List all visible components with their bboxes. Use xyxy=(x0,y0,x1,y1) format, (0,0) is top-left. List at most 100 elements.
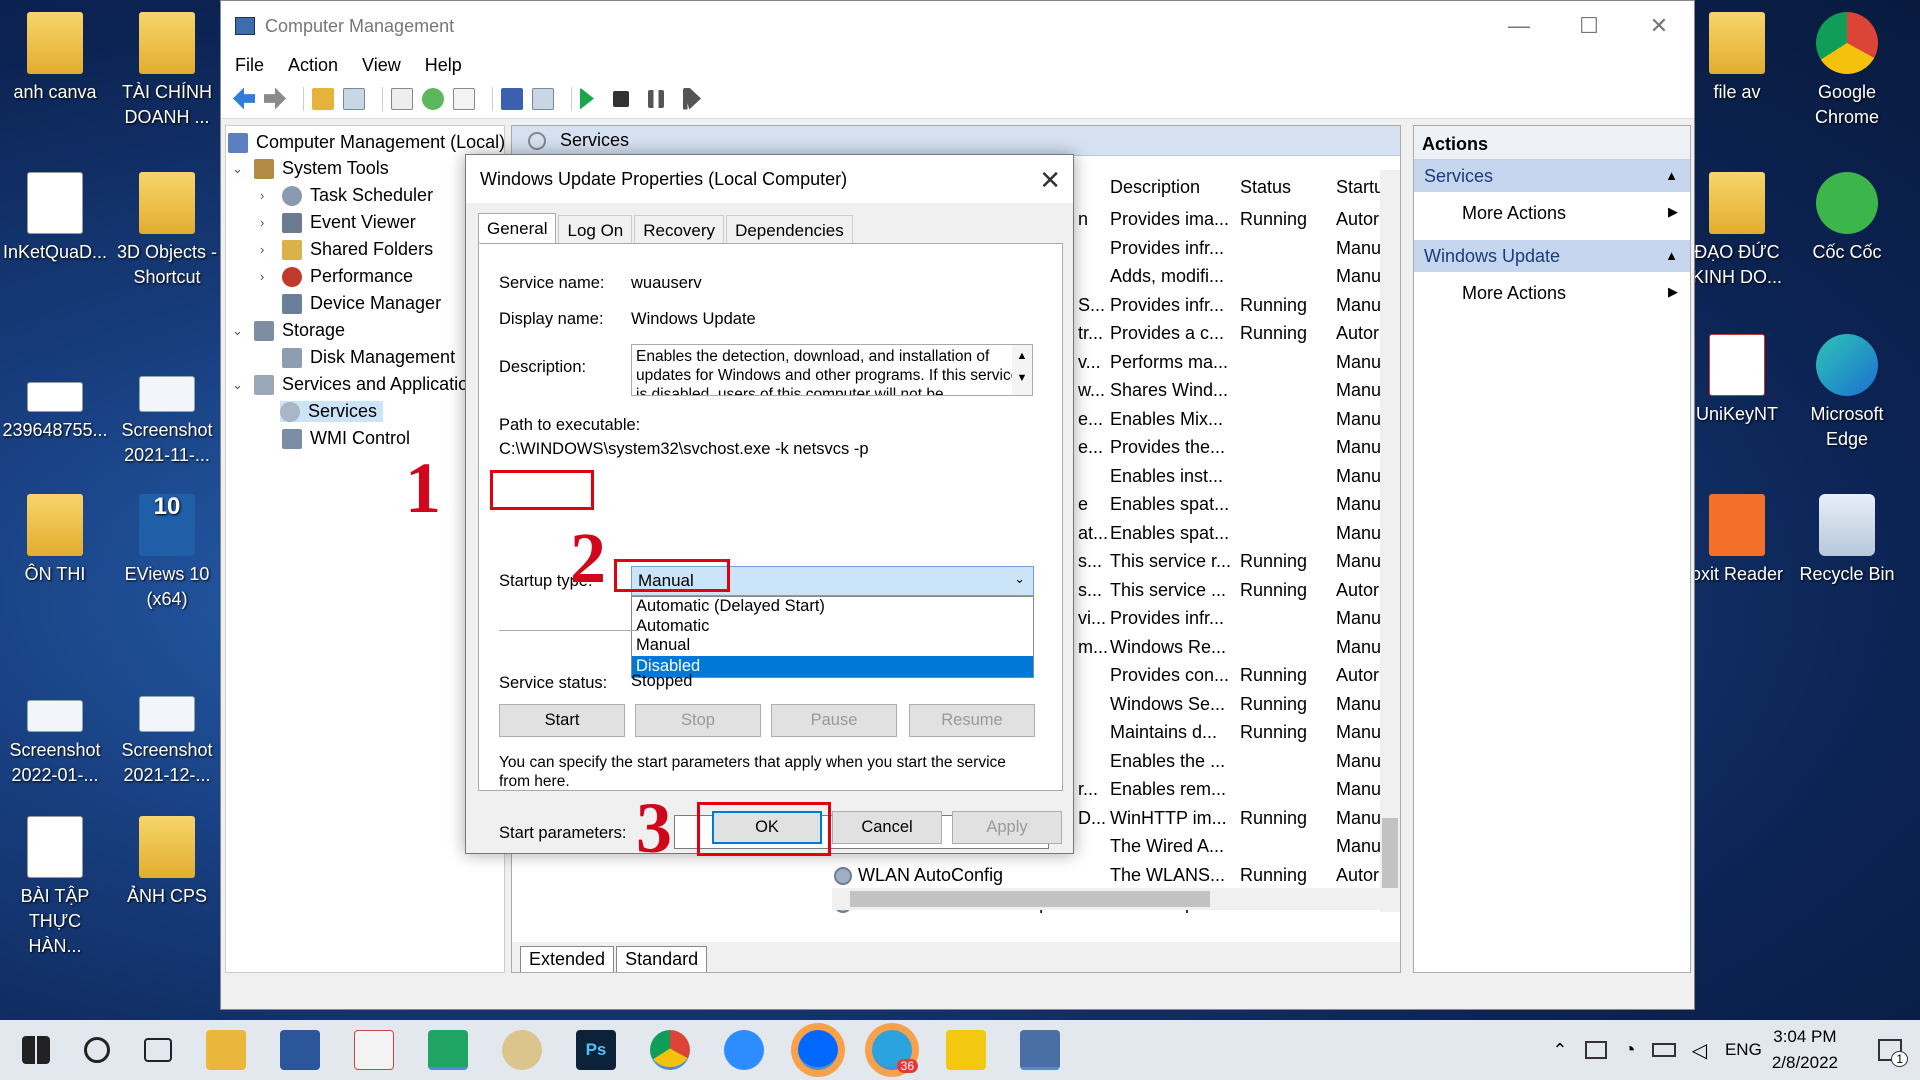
column-description[interactable]: Description xyxy=(1110,170,1200,204)
column-startup-type[interactable]: Startu xyxy=(1336,170,1384,204)
chrome-icon[interactable] xyxy=(650,1030,690,1070)
description-scrollbar[interactable]: ▲ ▼ xyxy=(1012,345,1032,395)
horizontal-scrollbar[interactable] xyxy=(832,888,1382,910)
collapse-up-icon[interactable]: ▲ xyxy=(1665,168,1678,183)
description-textbox[interactable]: Enables the detection, download, and ins… xyxy=(631,344,1033,396)
pause-service-icon[interactable] xyxy=(648,89,664,108)
chevron-right-icon[interactable]: › xyxy=(260,188,274,203)
chevron-right-icon[interactable]: › xyxy=(260,242,274,257)
desktop-icon-anh-canva[interactable]: anh canva xyxy=(0,12,110,105)
sticky-notes-icon[interactable] xyxy=(946,1030,986,1070)
tree-node-root[interactable]: Computer Management (Local) xyxy=(228,132,504,153)
chevron-right-icon[interactable]: › xyxy=(260,215,274,230)
column-status[interactable]: Status xyxy=(1240,170,1291,204)
desktop-icon-microsoft-edge[interactable]: Microsoft Edge xyxy=(1792,334,1902,452)
desktop-icon-screenshot-2021-11[interactable]: Screenshot 2021-11-... xyxy=(112,350,222,468)
computer-management-taskbar-icon[interactable] xyxy=(1020,1030,1060,1070)
tab-extended[interactable]: Extended xyxy=(520,946,615,972)
menu-view[interactable]: View xyxy=(362,55,401,76)
file-explorer-icon[interactable] xyxy=(206,1030,246,1070)
apply-button[interactable]: Apply xyxy=(952,811,1062,844)
actions-more-actions-services[interactable]: More Actions ▶ xyxy=(1414,192,1690,240)
up-folder-icon[interactable] xyxy=(312,87,334,110)
start-button[interactable]: Start xyxy=(499,704,625,737)
line-app-icon[interactable] xyxy=(428,1030,468,1070)
paint-icon[interactable] xyxy=(502,1030,542,1070)
search-icon[interactable] xyxy=(84,1037,110,1063)
close-button[interactable]: ✕ xyxy=(1624,1,1694,51)
clock[interactable]: 3:04 PM 2/8/2022 xyxy=(1772,1024,1838,1076)
wifi-icon[interactable]: ◔ xyxy=(1623,1039,1635,1062)
start-service-icon[interactable] xyxy=(580,87,594,110)
tree-node-performance[interactable]: › Performance xyxy=(260,266,413,287)
chevron-up-icon[interactable]: ⌃ xyxy=(1552,1040,1567,1061)
restart-service-icon[interactable] xyxy=(683,87,701,110)
actions-more-actions-windows-update[interactable]: More Actions ▶ xyxy=(1414,272,1690,320)
export-list-icon[interactable] xyxy=(453,87,475,110)
tree-node-storage[interactable]: ⌄ Storage xyxy=(232,320,345,341)
desktop-icon-coc-coc[interactable]: Cốc Cốc xyxy=(1792,172,1902,265)
chevron-down-icon[interactable]: ⌄ xyxy=(232,377,246,393)
telegram-icon[interactable]: 36 xyxy=(872,1030,918,1073)
collapse-up-icon[interactable]: ▲ xyxy=(1665,248,1678,263)
tree-node-disk-management[interactable]: Disk Management xyxy=(282,347,455,368)
word-icon[interactable] xyxy=(280,1030,320,1070)
battery-icon[interactable] xyxy=(1651,1043,1676,1057)
actions-section-services[interactable]: Services ▲ xyxy=(1414,160,1690,192)
back-icon[interactable] xyxy=(233,87,255,110)
notification-icon[interactable]: 1 xyxy=(1878,1039,1908,1067)
dialog-close-icon[interactable]: ✕ xyxy=(1039,165,1061,196)
chevron-down-icon[interactable]: ⌄ xyxy=(232,323,246,339)
desktop-icon-unikey[interactable]: UniKeyNT xyxy=(1682,334,1792,427)
cancel-button[interactable]: Cancel xyxy=(832,811,942,844)
properties-icon[interactable] xyxy=(391,87,413,110)
option-automatic-delayed[interactable]: Automatic (Delayed Start) xyxy=(632,597,1033,617)
resume-button[interactable]: Resume xyxy=(909,704,1035,737)
tab-general[interactable]: General xyxy=(478,213,557,247)
desktop-icon-239648755[interactable]: 239648755... xyxy=(0,350,110,443)
title-bar[interactable]: Computer Management — ☐ ✕ xyxy=(221,1,1694,51)
zalo-icon[interactable] xyxy=(798,1030,838,1070)
pause-button[interactable]: Pause xyxy=(771,704,897,737)
tree-node-services-apps[interactable]: ⌄ Services and Applicatio xyxy=(232,374,468,395)
volume-icon[interactable]: ◁ xyxy=(1692,1038,1707,1063)
desktop-icon-eviews[interactable]: 10 EViews 10 (x64) xyxy=(112,494,222,612)
tree-node-task-scheduler[interactable]: › Task Scheduler xyxy=(260,185,433,206)
desktop-icon-inketqua[interactable]: InKetQuaD... xyxy=(0,172,110,265)
tree-node-device-manager[interactable]: Device Manager xyxy=(282,293,441,314)
option-manual[interactable]: Manual xyxy=(632,636,1033,656)
desktop-icon-dao-duc[interactable]: ĐẠO ĐỨC KINH DO... xyxy=(1682,172,1792,290)
stop-service-icon[interactable] xyxy=(613,90,629,107)
dialog-title-bar[interactable]: Windows Update Properties (Local Compute… xyxy=(466,155,1073,203)
desktop-icon-file-av[interactable]: file av xyxy=(1682,12,1792,105)
task-view-icon[interactable] xyxy=(144,1038,172,1062)
minimize-button[interactable]: — xyxy=(1484,1,1554,51)
desktop-icon-recycle-bin[interactable]: Recycle Bin xyxy=(1792,494,1902,587)
zoom-icon[interactable] xyxy=(724,1030,764,1070)
show-action-pane-icon[interactable] xyxy=(532,87,554,110)
help-icon[interactable] xyxy=(501,87,523,110)
unikey-icon[interactable] xyxy=(354,1030,394,1070)
chevron-down-icon[interactable]: ⌄ xyxy=(232,161,246,177)
tree-node-event-viewer[interactable]: › Event Viewer xyxy=(260,212,416,233)
desktop-icon-on-thi[interactable]: ÔN THI xyxy=(0,494,110,587)
chevron-right-icon[interactable]: › xyxy=(260,269,274,284)
tree-node-services[interactable]: Services xyxy=(280,401,384,422)
actions-section-windows-update[interactable]: Windows Update ▲ xyxy=(1414,240,1690,272)
desktop-icon-3d-objects[interactable]: 3D Objects - Shortcut xyxy=(112,172,222,290)
windows-start-icon[interactable] xyxy=(22,1036,50,1064)
photoshop-icon[interactable]: Ps xyxy=(576,1030,616,1070)
desktop-icon-screenshot-2021-12[interactable]: Screenshot 2021-12-... xyxy=(112,670,222,788)
network-status-icon[interactable] xyxy=(1585,1041,1608,1059)
tree-node-shared-folders[interactable]: › Shared Folders xyxy=(260,239,433,260)
menu-file[interactable]: File xyxy=(235,55,264,76)
tab-standard[interactable]: Standard xyxy=(616,946,708,972)
menu-help[interactable]: Help xyxy=(425,55,462,76)
tree-node-wmi-control[interactable]: WMI Control xyxy=(282,428,410,449)
desktop-icon-bai-tap[interactable]: BÀI TẬP THỰC HÀN... xyxy=(0,816,110,959)
vertical-scrollbar[interactable] xyxy=(1380,170,1400,912)
desktop-icon-screenshot-2022-01[interactable]: Screenshot 2022-01-... xyxy=(0,670,110,788)
maximize-button[interactable]: ☐ xyxy=(1554,1,1624,51)
language-indicator[interactable]: ENG xyxy=(1725,1040,1762,1060)
desktop-icon-tai-chinh[interactable]: TÀI CHÍNH DOANH ... xyxy=(112,12,222,130)
